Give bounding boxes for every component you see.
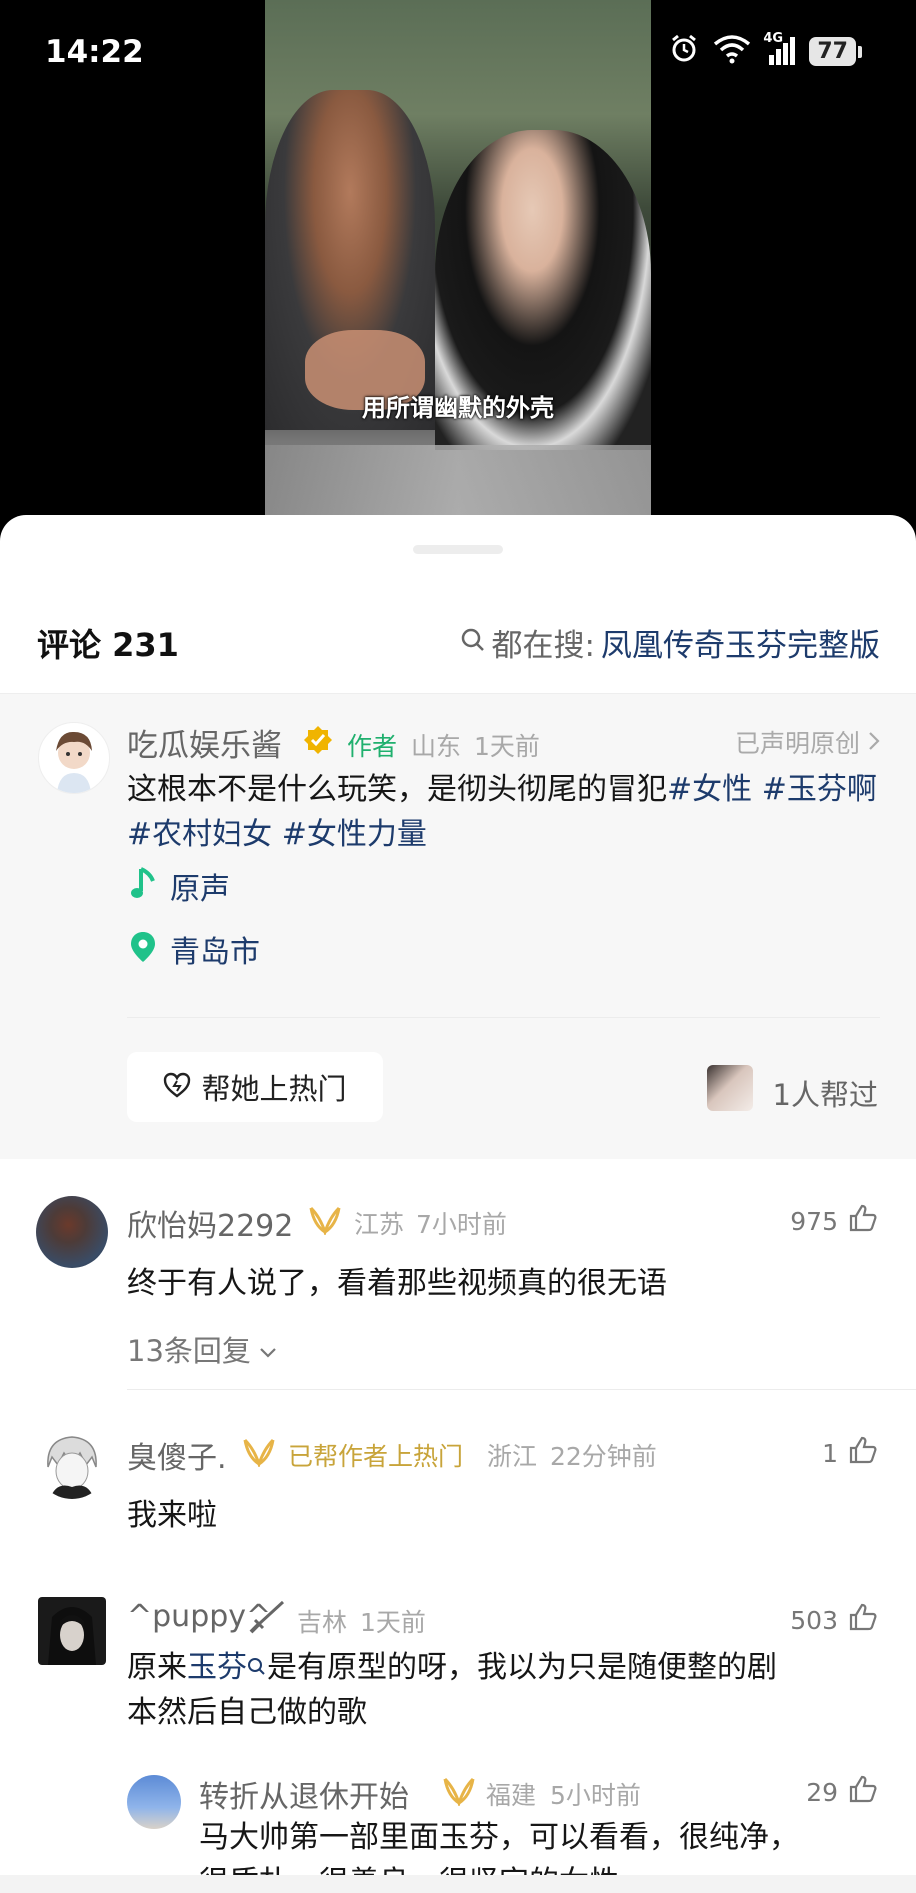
vip-badge-icon <box>242 1437 276 1471</box>
thumbs-up-icon <box>848 1435 878 1471</box>
comment-text: 我来啦 <box>127 1498 217 1533</box>
chevron-down-icon <box>259 1332 277 1366</box>
author-time: 1天前 <box>474 732 540 761</box>
comment-text: 原来玉芬 是有原型的呀，我以为只是随便整的剧 本然后自己做的歌 <box>127 1645 897 1735</box>
like-count: 503 <box>790 1605 838 1635</box>
author-divider <box>127 1017 880 1018</box>
hashtag[interactable]: #农村妇女 <box>127 817 272 852</box>
author-location: 山东 <box>411 732 462 761</box>
commenter-name[interactable]: 臭傻子. <box>127 1433 227 1477</box>
commenter-avatar[interactable] <box>36 1196 108 1268</box>
author-avatar[interactable] <box>38 722 110 794</box>
like-button[interactable]: 503 <box>790 1602 878 1638</box>
comment-text: 终于有人说了，看着那些视频真的很无语 <box>127 1266 667 1301</box>
author-name[interactable]: 吃瓜娱乐酱 <box>127 720 282 765</box>
helpers-count[interactable]: 1人帮过 <box>773 1072 878 1114</box>
bottom-edge <box>0 1875 916 1893</box>
heart-plus-icon <box>163 1072 191 1102</box>
video-lower-area <box>265 445 651 520</box>
comment-count-title: 评论 231 <box>37 626 179 664</box>
post-text: 这根本不是什么玩笑，是彻头彻尾的冒犯 <box>127 772 667 807</box>
status-bar: 14:22 4G 77 <box>0 0 916 110</box>
reply-text-line1: 马大帅第一部里面玉芬，可以看看，很纯净， <box>199 1820 799 1855</box>
thumbs-up-icon <box>848 1602 878 1638</box>
like-count: 29 <box>806 1777 838 1807</box>
commenter-avatar[interactable] <box>36 1427 108 1499</box>
like-count: 1 <box>822 1438 838 1468</box>
search-term[interactable]: 凤凰传奇玉芬完整版 <box>601 620 880 665</box>
music-row[interactable]: 原声 <box>130 864 230 908</box>
sheet-drag-handle[interactable] <box>413 545 503 554</box>
hashtag[interactable]: #女性力量 <box>282 817 427 852</box>
comment-location: 吉林 <box>297 1608 348 1637</box>
comment-location: 江苏 <box>354 1210 405 1239</box>
replier-name[interactable]: 转折从退休开始 <box>199 1772 409 1816</box>
comment-time: 1天前 <box>360 1608 426 1637</box>
replier-avatar[interactable] <box>127 1775 181 1829</box>
comment-divider <box>127 1389 916 1390</box>
author-badge: 作者 <box>347 732 398 761</box>
network-type: 4G <box>763 31 784 46</box>
like-button[interactable]: 29 <box>806 1774 878 1810</box>
location-label: 青岛市 <box>170 935 260 970</box>
wifi-icon <box>713 34 751 68</box>
alarm-icon <box>669 34 699 68</box>
dagger-icon <box>247 1600 285 1638</box>
location-row[interactable]: 青岛市 <box>130 927 260 971</box>
comment-time: 7小时前 <box>416 1210 507 1239</box>
vip-badge-icon <box>442 1776 476 1810</box>
promote-button[interactable]: 帮她上热门 <box>127 1052 383 1122</box>
commenter-avatar[interactable] <box>38 1597 106 1665</box>
music-label: 原声 <box>170 872 230 907</box>
hashtag[interactable]: #女性 <box>667 772 752 807</box>
like-button[interactable]: 1 <box>822 1435 878 1471</box>
music-note-icon <box>130 867 156 905</box>
comment-text-line2: 本然后自己做的歌 <box>127 1695 367 1730</box>
comment-sheet: 评论 231 都在搜: 凤凰传奇玉芬完整版 吃瓜娱乐酱 作者 山东 1天前 已声… <box>0 515 916 1893</box>
like-button[interactable]: 975 <box>790 1203 878 1239</box>
helpers-avatar[interactable] <box>707 1065 753 1111</box>
verified-icon <box>302 724 334 760</box>
search-link[interactable]: 玉芬 <box>187 1650 247 1685</box>
reply-location: 福建 <box>486 1781 537 1810</box>
comment-text-rest: 是有原型的呀，我以为只是随便整的剧 <box>267 1650 777 1685</box>
thumbs-up-icon <box>848 1774 878 1810</box>
comment-location: 浙江 <box>487 1442 538 1471</box>
author-post: 吃瓜娱乐酱 作者 山东 1天前 已声明原创 这根本不是什么玩笑，是彻头彻尾的冒犯… <box>0 694 916 1159</box>
thumbs-up-icon <box>848 1203 878 1239</box>
comment-header: 评论 231 都在搜: 凤凰传奇玉芬完整版 <box>0 590 916 694</box>
promote-label: 帮她上热门 <box>201 1072 347 1106</box>
signal-icon: 4G <box>763 31 796 65</box>
trending-search[interactable]: 都在搜: 凤凰传奇玉芬完整版 <box>460 620 880 665</box>
search-prefix: 都在搜: <box>491 628 595 664</box>
original-statement[interactable]: 已声明原创 <box>735 724 880 760</box>
comment-time: 22分钟前 <box>550 1442 657 1471</box>
search-icon <box>460 625 486 661</box>
video-subtitle: 用所谓幽默的外壳 <box>362 394 554 422</box>
comment-text-start: 原来 <box>127 1650 187 1685</box>
search-icon <box>247 1650 267 1685</box>
location-pin-icon <box>130 931 156 967</box>
expand-replies[interactable]: 13条回复 <box>127 1328 277 1370</box>
status-icons: 4G 77 <box>669 31 862 68</box>
original-label: 已声明原创 <box>734 729 860 758</box>
helped-author-badge: 已帮作者上热门 <box>288 1442 464 1471</box>
battery-indicator: 77 <box>809 36 862 66</box>
hashtag[interactable]: #玉芬啊 <box>762 772 877 807</box>
replies-label: 13条回复 <box>127 1334 251 1368</box>
like-count: 975 <box>790 1206 838 1236</box>
reply-time: 5小时前 <box>550 1781 641 1810</box>
author-post-text: 这根本不是什么玩笑，是彻头彻尾的冒犯#女性 #玉芬啊 #农村妇女 #女性力量 <box>127 767 887 857</box>
status-time: 14:22 <box>45 34 144 70</box>
commenter-name[interactable]: 欣怡妈2292 <box>127 1201 293 1245</box>
chevron-right-icon <box>868 728 880 757</box>
vip-badge-icon <box>308 1205 342 1239</box>
